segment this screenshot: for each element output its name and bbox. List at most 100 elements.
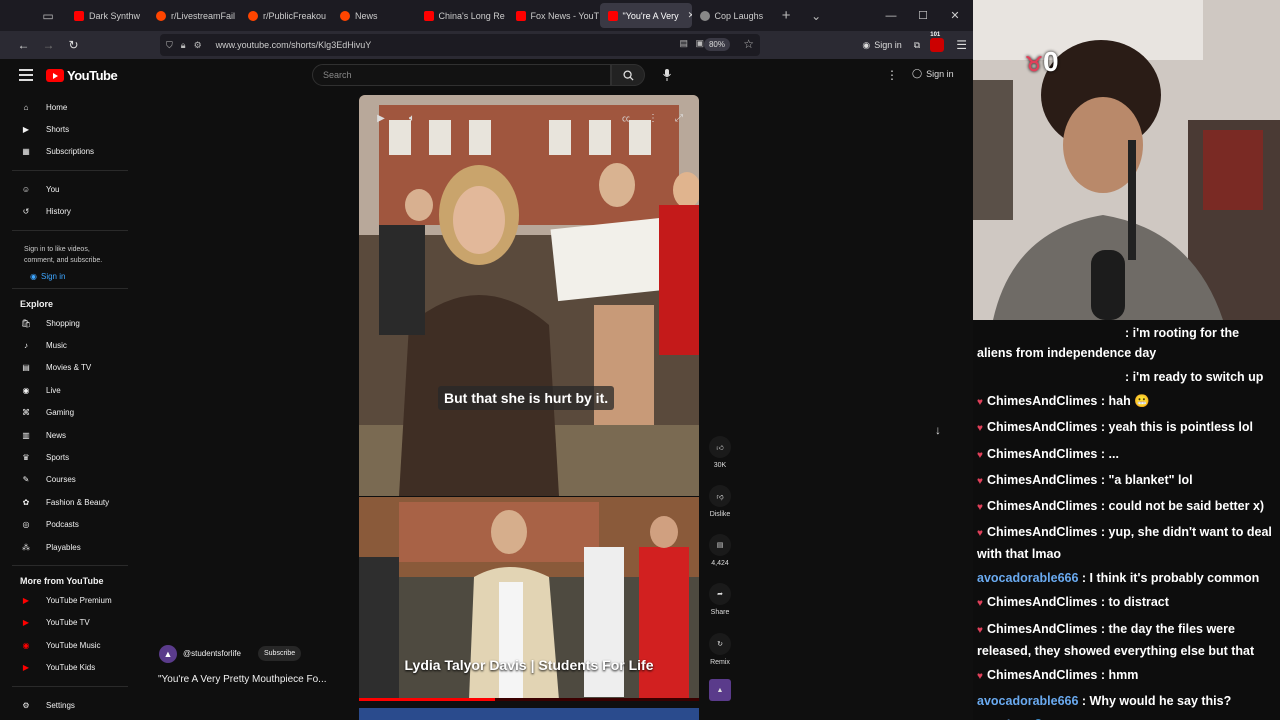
progress-bar[interactable] (359, 698, 699, 701)
like-button[interactable]: 👍︎ 30K (704, 436, 736, 469)
sidebar-item-podcasts[interactable]: ◎ Podcasts (0, 513, 140, 535)
sidebar-item-history[interactable]: ↺ History (0, 201, 140, 223)
tab-list-chevron-icon[interactable]: ⌄ (801, 0, 831, 31)
volume-icon[interactable]: 🔈︎ (404, 110, 420, 126)
sidebar-item-settings[interactable]: ⚙︎ Settings (0, 694, 140, 716)
account-circle-icon: ◉ (30, 271, 37, 281)
heart-icon: ♥ (977, 624, 983, 636)
comments-button[interactable]: ▤ 4,424 (704, 534, 736, 567)
video-title[interactable]: "You're A Very Pretty Mouthpiece Fo... (158, 674, 353, 685)
sidebar-item-youtube-kids[interactable]: ▶ YouTube Kids (0, 656, 140, 678)
captions-icon[interactable]: ㏄ (618, 110, 634, 126)
tab-3[interactable]: News (332, 0, 386, 31)
tab-5[interactable]: Fox News - YouT (508, 0, 600, 31)
thumbs-down-icon: 👎︎ (709, 485, 731, 507)
tab-1[interactable]: r/LivestreamFail (148, 0, 240, 31)
subscribe-button[interactable]: Subscribe (258, 646, 302, 661)
sidebar-item-music[interactable]: ♪ Music (0, 334, 140, 356)
sidebar-item-home[interactable]: ⌂ Home (0, 96, 140, 118)
fullscreen-icon[interactable]: ⤢ (671, 110, 687, 126)
permissions-icon[interactable]: ⚙︎ (194, 40, 202, 51)
youtube-header: YouTube Search ⋮ ◯ Sign in (0, 59, 973, 93)
sidebar-item-sports[interactable]: ♛ Sports (0, 446, 140, 468)
play-icon[interactable]: ▶ (373, 110, 389, 126)
tab-0[interactable]: Dark Synthw (66, 0, 148, 31)
following-short-preview[interactable] (359, 708, 699, 720)
maximize-icon[interactable]: ☐ (907, 0, 939, 31)
hamburger-menu-icon[interactable] (19, 69, 33, 81)
sidebar-item-movies[interactable]: ▤ Movies & TV (0, 357, 140, 379)
tab-7[interactable]: Cop Laughs (692, 0, 772, 31)
tab-overview-icon[interactable]: ▭ (30, 0, 66, 31)
extension-badge[interactable]: 101 (930, 32, 945, 52)
channel-avatar-button[interactable]: ▲ (704, 679, 736, 705)
search-button[interactable] (611, 64, 645, 86)
chat-username[interactable]: ChimesAndClimes (987, 499, 1097, 513)
account-icon[interactable]: ◉ (862, 40, 870, 51)
chat-username[interactable]: avocadorable666 (977, 571, 1078, 585)
picture-in-picture-icon[interactable]: ▣ (695, 38, 704, 49)
heart-icon: ♥ (977, 528, 983, 540)
youtube-music-icon: ◉ (22, 640, 30, 650)
chat-username[interactable]: ChimesAndClimes (987, 394, 1097, 408)
address-bar[interactable]: ⛉ 🔒︎ ⚙︎ www.youtube.com/shorts/Klg3EdHiv… (160, 34, 760, 56)
sidebar-item-fashion[interactable]: ✿ Fashion & Beauty (0, 491, 140, 513)
channel-avatar[interactable]: ▲ (159, 645, 177, 663)
chat-username[interactable]: ChimesAndClimes (987, 473, 1097, 487)
chat-username[interactable]: ChimesAndClimes (987, 525, 1097, 539)
zoom-level[interactable]: 80% (703, 38, 730, 51)
chat-username[interactable]: ChimesAndClimes (987, 622, 1097, 636)
chat-username[interactable]: ChimesAndClimes (987, 595, 1097, 609)
tab-2[interactable]: r/PublicFreakou (240, 0, 332, 31)
sidebar-item-live[interactable]: ◉ Live (0, 379, 140, 401)
youtube-sign-in-button[interactable]: ◯ Sign in (912, 68, 954, 79)
sidebar-item-label: News (46, 430, 67, 440)
menu-icon[interactable]: ☰ (956, 38, 967, 52)
close-window-icon[interactable]: ✕ (939, 0, 971, 31)
extensions-icon[interactable]: ⧉ (914, 40, 920, 51)
sidebar-item-you[interactable]: ☺ You (0, 178, 140, 200)
dislike-button[interactable]: 👎︎ Dislike (704, 485, 736, 518)
sidebar-item-courses[interactable]: ✎ Courses (0, 469, 140, 491)
share-button[interactable]: ➦ Share (704, 583, 736, 616)
sidebar-item-playables[interactable]: ⁂ Playables (0, 536, 140, 558)
sidebar-item-gaming[interactable]: ⌘ Gaming (0, 402, 140, 424)
back-icon[interactable]: ← (11, 31, 36, 59)
shorts-icon: ▶ (22, 125, 30, 135)
chat-username[interactable]: avocadorable666 (977, 694, 1078, 708)
sidebar-item-shopping[interactable]: 🛍︎ Shopping (0, 312, 140, 334)
tab-6-active[interactable]: "You're A Very ✕ (599, 3, 692, 28)
comment-count: 4,424 (711, 560, 729, 567)
chat-username[interactable]: ChimesAndClimes (987, 668, 1097, 682)
shorts-video-player[interactable] (359, 95, 699, 496)
url-text[interactable]: www.youtube.com/shorts/Klg3EdHivuY (216, 40, 372, 50)
video-caption: But that she is hurt by it. (438, 386, 615, 410)
sidebar-item-news[interactable]: ▥ News (0, 424, 140, 446)
shield-icon[interactable]: ⛉ (166, 40, 173, 51)
bookmark-star-icon[interactable]: ☆ (743, 37, 754, 51)
more-icon[interactable]: ⋮ (645, 110, 661, 126)
minimize-icon[interactable]: — (875, 0, 907, 31)
youtube-logo[interactable]: YouTube (46, 68, 118, 83)
sidebar-item-youtube-music[interactable]: ◉ YouTube Music (0, 634, 140, 656)
forward-icon[interactable]: → (36, 31, 61, 59)
chat-username[interactable]: ChimesAndClimes (987, 447, 1097, 461)
reader-view-icon[interactable]: ▤ (679, 38, 688, 49)
chat-username[interactable]: ChimesAndClimes (987, 420, 1097, 434)
browser-sign-in[interactable]: Sign in (874, 40, 902, 50)
sidebar-item-youtube-tv[interactable]: ▶ YouTube TV (0, 612, 140, 634)
tab-4[interactable]: China's Long Re (416, 0, 508, 31)
sidebar-item-shorts[interactable]: ▶ Shorts (0, 118, 140, 140)
sidebar-sign-in-button[interactable]: ◉ Sign in (30, 272, 140, 281)
next-short-arrow-icon[interactable]: ↓ (935, 423, 941, 437)
reload-icon[interactable]: ↻ (61, 31, 86, 59)
lock-icon[interactable]: 🔒︎ (181, 40, 186, 51)
remix-button[interactable]: ↻ Remix (704, 633, 736, 666)
more-options-icon[interactable]: ⋮ (886, 68, 898, 82)
new-tab-icon[interactable]: + (771, 0, 801, 31)
sidebar-item-youtube-premium[interactable]: ▶ YouTube Premium (0, 589, 140, 611)
channel-name[interactable]: @studentsforlife (183, 649, 241, 658)
microphone-icon[interactable] (657, 64, 677, 86)
sidebar-item-subscriptions[interactable]: ▦ Subscriptions (0, 141, 140, 163)
search-input[interactable]: Search (312, 64, 611, 86)
